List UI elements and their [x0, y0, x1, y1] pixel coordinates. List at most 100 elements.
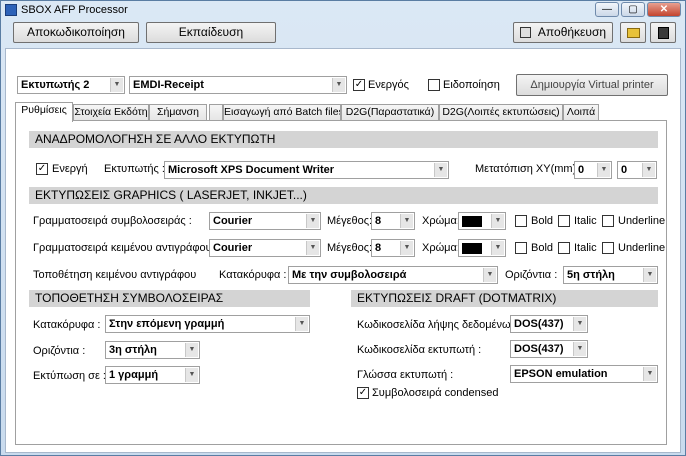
symbol-italic-checkbox[interactable] [558, 215, 570, 227]
copy-italic-label: Italic [574, 242, 597, 254]
symbol-vertical-value: Στην επόμενη γραμμή [109, 318, 225, 330]
notify-label: Ειδοποίηση [443, 79, 500, 91]
printer-name-select[interactable]: EMDI-Receipt ▼ [129, 76, 347, 94]
chevron-down-icon: ▼ [491, 241, 504, 255]
print-in-select[interactable]: 1 γραμμή ▼ [105, 366, 200, 384]
symbol-color-label: Χρώμα: [422, 215, 460, 227]
redirect-active-label: Ενεργή [52, 163, 88, 175]
close-button[interactable]: ✕ [647, 2, 681, 17]
save-button[interactable]: Αποθήκευση [513, 22, 613, 43]
symbol-underline-checkbox[interactable] [602, 215, 614, 227]
symbol-vertical-select[interactable]: Στην επόμενη γραμμή ▼ [105, 315, 310, 333]
symbol-horizontal-label: Οριζόντια : [33, 345, 86, 357]
copy-size-value: 8 [375, 242, 382, 254]
offset-label: Μετατόπιση XY(mm) : [475, 163, 583, 175]
printer-select-value: Εκτυπωτής 2 [21, 79, 90, 91]
toolbar: Αποκωδικοποίηση Εκπαίδευση Αποθήκευση [5, 19, 681, 47]
copy-bold-checkbox[interactable] [515, 242, 527, 254]
save-icon [520, 27, 531, 38]
symbol-font-label: Γραμματοσειρά συμβολοσειράς : [33, 215, 192, 227]
tab-marking[interactable]: Σήμανση [149, 104, 207, 121]
chevron-down-icon: ▼ [643, 367, 656, 381]
copy-vertical-label: Κατακόρυφα : [219, 269, 287, 281]
printer-active-checkbox[interactable]: ✓ [353, 79, 365, 91]
codepage-printer-select[interactable]: DOS(437) ▼ [510, 340, 588, 358]
notify-checkbox[interactable] [428, 79, 440, 91]
offset-y-select[interactable]: 0 ▼ [617, 161, 657, 179]
symbol-position-heading: ΤΟΠΟΘΕΤΗΣΗ ΣΥΜΒΟΛΟΣΕΙΡΑΣ [29, 290, 310, 307]
minimize-button[interactable]: — [595, 2, 619, 17]
save-label: Αποθήκευση [537, 25, 607, 39]
folder-icon [627, 28, 640, 38]
tab-issuer-info[interactable]: Στοιχεία Εκδότη [73, 104, 149, 121]
symbol-horizontal-value: 3η στήλη [109, 344, 157, 356]
copy-size-label: Μέγεθος: [327, 242, 373, 254]
copy-font-label: Γραμματοσειρά κειμένου αντιγράφου : [33, 242, 218, 254]
copy-underline-checkbox[interactable] [602, 242, 614, 254]
printer-select[interactable]: Εκτυπωτής 2 ▼ [17, 76, 125, 94]
print-in-value: 1 γραμμή [109, 369, 159, 381]
chevron-down-icon: ▼ [643, 268, 656, 282]
symbol-underline-label: Underline [618, 215, 666, 227]
condensed-label: Συμβολοσειρά condensed [372, 387, 499, 399]
tab-blank[interactable] [209, 104, 223, 121]
redirect-printer-label: Εκτυπωτής : [104, 163, 165, 175]
symbol-bold-checkbox[interactable] [515, 215, 527, 227]
main-window: SBOX AFP Processor — ▢ ✕ Αποκωδικοποίηση… [0, 0, 686, 456]
create-virtual-printer-button[interactable]: Δημιουργία Virtual printer [516, 74, 668, 96]
copy-horizontal-select[interactable]: 5η στήλη ▼ [563, 266, 658, 284]
tab-d2g-documents[interactable]: D2G(Παραστατικά) [341, 104, 439, 121]
copy-vertical-value: Με την συμβολοσειρά [292, 269, 407, 281]
offset-x-value: 0 [578, 164, 585, 176]
print-in-label: Εκτύπωση σε : [33, 370, 106, 382]
copy-vertical-select[interactable]: Με την συμβολοσειρά ▼ [288, 266, 498, 284]
copy-placement-label: Τοποθέτηση κειμένου αντιγράφου [33, 269, 197, 281]
decode-button[interactable]: Αποκωδικοποίηση [13, 22, 139, 43]
chevron-down-icon: ▼ [185, 343, 198, 357]
codepage-printer-value: DOS(437) [514, 343, 564, 355]
codepage-in-value: DOS(437) [514, 318, 564, 330]
tab-batch-import[interactable]: Εισαγωγή από Batch files [223, 104, 341, 121]
maximize-button[interactable]: ▢ [621, 2, 645, 17]
chevron-down-icon: ▼ [573, 317, 586, 331]
printer-name-value: EMDI-Receipt [133, 79, 204, 91]
symbol-size-label: Μέγεθος: [327, 215, 373, 227]
app-icon [5, 4, 17, 16]
chevron-down-icon: ▼ [306, 241, 319, 255]
train-button[interactable]: Εκπαίδευση [146, 22, 276, 43]
chevron-down-icon: ▼ [295, 317, 308, 331]
printer-language-select[interactable]: EPSON emulation ▼ [510, 365, 658, 383]
chevron-down-icon: ▼ [185, 368, 198, 382]
color-swatch [462, 216, 482, 227]
symbol-font-select[interactable]: Courier ▼ [209, 212, 321, 230]
chevron-down-icon: ▼ [573, 342, 586, 356]
copy-color-select[interactable]: ▼ [458, 239, 506, 257]
tab-d2g-other[interactable]: D2G(Λοιπές εκτυπώσεις) [439, 104, 563, 121]
offset-x-select[interactable]: 0 ▼ [574, 161, 612, 179]
chevron-down-icon: ▼ [491, 214, 504, 228]
chevron-down-icon: ▼ [110, 78, 123, 92]
codepage-printer-label: Κωδικοσελίδα εκτυπωτή : [357, 344, 482, 356]
copy-size-select[interactable]: 8 ▼ [371, 239, 415, 257]
codepage-in-select[interactable]: DOS(437) ▼ [510, 315, 588, 333]
tab-settings[interactable]: Ρυθμίσεις [15, 102, 73, 122]
copy-color-label: Χρώμα: [422, 242, 460, 254]
copy-font-select[interactable]: Courier ▼ [209, 239, 321, 257]
symbol-color-select[interactable]: ▼ [458, 212, 506, 230]
symbol-horizontal-select[interactable]: 3η στήλη ▼ [105, 341, 200, 359]
chevron-down-icon: ▼ [642, 163, 655, 177]
redirect-printer-value: Microsoft XPS Document Writer [168, 164, 335, 176]
copy-horizontal-value: 5η στήλη [567, 269, 615, 281]
chevron-down-icon: ▼ [400, 214, 413, 228]
disk-button[interactable] [650, 22, 676, 43]
printer-language-label: Γλώσσα εκτυπωτή : [357, 369, 454, 381]
redirect-printer-select[interactable]: Microsoft XPS Document Writer ▼ [164, 161, 449, 179]
copy-italic-checkbox[interactable] [558, 242, 570, 254]
condensed-checkbox[interactable]: ✓ [357, 387, 369, 399]
tab-other[interactable]: Λοιπά [563, 104, 599, 121]
symbol-size-select[interactable]: 8 ▼ [371, 212, 415, 230]
open-folder-button[interactable] [620, 22, 646, 43]
chevron-down-icon: ▼ [400, 241, 413, 255]
graphics-heading: ΕΚΤΥΠΩΣΕΙΣ GRAPHICS ( LASERJET, INKJET..… [29, 187, 658, 204]
redirect-active-checkbox[interactable]: ✓ [36, 163, 48, 175]
